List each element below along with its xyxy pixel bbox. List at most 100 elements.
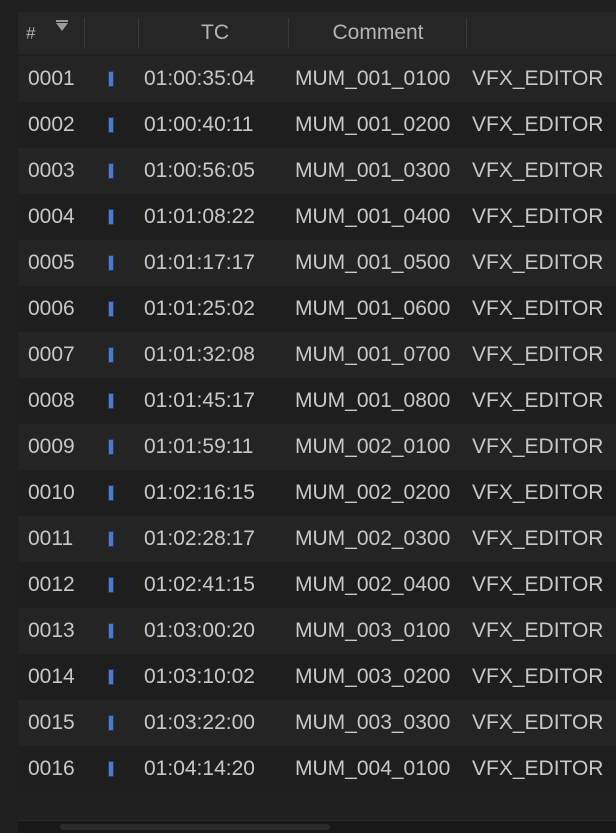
marker-number: 0001 [28,67,75,90]
marker-timecode: 01:02:16:15 [144,481,255,504]
marker-number: 0004 [28,205,75,228]
marker-number: 0010 [28,481,75,504]
marker-color-icon [108,347,114,363]
table-row[interactable]: 0013 01:03:00:20 MUM_003_0100 VFX_EDITOR [18,608,616,654]
marker-timecode: 01:01:25:02 [144,297,255,320]
marker-timecode: 01:00:40:11 [144,113,254,136]
marker-clip-name: MUM_003_0200 [295,665,451,688]
marker-number: 0016 [28,757,75,780]
marker-timecode: 01:03:00:20 [144,619,255,642]
marker-color-icon [108,393,114,409]
marker-clip-name: MUM_001_0600 [295,297,451,320]
marker-number: 0015 [28,711,75,734]
marker-comment: VFX_EDITOR [472,113,604,136]
marker-comment: VFX_EDITOR [472,435,604,458]
marker-number: 0012 [28,573,75,596]
marker-timecode: 01:01:08:22 [144,205,255,228]
marker-number: 0002 [28,113,75,136]
marker-comment: VFX_EDITOR [472,757,604,780]
marker-comment: VFX_EDITOR [472,159,604,182]
column-header-tc[interactable]: TC [140,12,290,54]
marker-timecode: 01:01:45:17 [144,389,255,412]
marker-number: 0014 [28,665,75,688]
marker-timecode: 01:01:32:08 [144,343,255,366]
table-header: # TC Comment [18,12,616,54]
marker-number: 0007 [28,343,75,366]
marker-comment: VFX_EDITOR [472,527,604,550]
table-row[interactable]: 0004 01:01:08:22 MUM_001_0400 VFX_EDITOR [18,194,616,240]
marker-comment: VFX_EDITOR [472,297,604,320]
marker-color-icon [108,209,114,225]
sort-descending-icon[interactable] [56,20,68,31]
marker-timecode: 01:02:28:17 [144,527,255,550]
marker-clip-name: MUM_002_0200 [295,481,451,504]
marker-table-body: 0001 01:00:35:04 MUM_001_0100 VFX_EDITOR 000… [18,56,616,792]
table-row[interactable]: 0005 01:01:17:17 MUM_001_0500 VFX_EDITOR [18,240,616,286]
marker-comment: VFX_EDITOR [472,711,604,734]
table-row[interactable]: 0007 01:01:32:08 MUM_001_0700 VFX_EDITOR [18,332,616,378]
table-row[interactable]: 0001 01:00:35:04 MUM_001_0100 VFX_EDITOR [18,56,616,102]
marker-number: 0006 [28,297,75,320]
marker-comment: VFX_EDITOR [472,67,604,90]
table-row[interactable]: 0002 01:00:40:11 MUM_001_0200 VFX_EDITOR [18,102,616,148]
marker-clip-name: MUM_001_0700 [295,343,451,366]
table-row[interactable]: 0016 01:04:14:20 MUM_004_0100 VFX_EDITOR [18,746,616,792]
marker-comment: VFX_EDITOR [472,343,604,366]
marker-timecode: 01:01:59:11 [144,435,254,458]
table-row[interactable]: 0009 01:01:59:11 MUM_002_0100 VFX_EDITOR [18,424,616,470]
marker-clip-name: MUM_001_0300 [295,159,451,182]
marker-number: 0009 [28,435,75,458]
marker-color-icon [108,577,114,593]
marker-color-icon [108,669,114,685]
marker-color-icon [108,301,114,317]
scrollbar-thumb[interactable] [60,824,330,830]
marker-timecode: 01:00:56:05 [144,159,255,182]
marker-color-icon [108,715,114,731]
marker-clip-name: MUM_001_0400 [295,205,451,228]
horizontal-scrollbar[interactable] [18,820,616,833]
marker-list-panel: # TC Comment 0001 01:00:35:04 MUM_001_0100… [0,0,616,833]
column-header-comment[interactable]: Comment [290,12,466,54]
column-header-number[interactable]: # [26,12,86,54]
table-row[interactable]: 0006 01:01:25:02 MUM_001_0600 VFX_EDITOR [18,286,616,332]
marker-clip-name: MUM_003_0300 [295,711,451,734]
marker-clip-name: MUM_003_0100 [295,619,451,642]
marker-color-icon [108,71,114,87]
marker-color-icon [108,531,114,547]
marker-clip-name: MUM_004_0100 [295,757,451,780]
marker-comment: VFX_EDITOR [472,205,604,228]
marker-comment: VFX_EDITOR [472,481,604,504]
marker-timecode: 01:02:41:15 [144,573,255,596]
marker-color-icon [108,255,114,271]
marker-comment: VFX_EDITOR [472,573,604,596]
column-divider[interactable] [84,18,85,48]
marker-clip-name: MUM_002_0400 [295,573,451,596]
column-divider[interactable] [466,18,467,48]
table-row[interactable]: 0008 01:01:45:17 MUM_001_0800 VFX_EDITOR [18,378,616,424]
marker-color-icon [108,439,114,455]
column-divider[interactable] [288,18,289,48]
marker-clip-name: MUM_001_0200 [295,113,451,136]
marker-number: 0008 [28,389,75,412]
table-row[interactable]: 0015 01:03:22:00 MUM_003_0300 VFX_EDITOR [18,700,616,746]
marker-comment: VFX_EDITOR [472,251,604,274]
marker-number: 0013 [28,619,75,642]
marker-number: 0005 [28,251,75,274]
column-divider[interactable] [138,18,139,48]
marker-number: 0003 [28,159,75,182]
marker-color-icon [108,623,114,639]
table-row[interactable]: 0010 01:02:16:15 MUM_002_0200 VFX_EDITOR [18,470,616,516]
number-column-label: # [26,23,36,43]
marker-color-icon [108,117,114,133]
marker-number: 0011 [28,527,74,550]
marker-timecode: 01:03:22:00 [144,711,255,734]
table-row[interactable]: 0012 01:02:41:15 MUM_002_0400 VFX_EDITOR [18,562,616,608]
marker-timecode: 01:01:17:17 [144,251,255,274]
marker-timecode: 01:03:10:02 [144,665,255,688]
marker-clip-name: MUM_001_0800 [295,389,451,412]
table-row[interactable]: 0003 01:00:56:05 MUM_001_0300 VFX_EDITOR [18,148,616,194]
table-row[interactable]: 0011 01:02:28:17 MUM_002_0300 VFX_EDITOR [18,516,616,562]
marker-comment: VFX_EDITOR [472,665,604,688]
table-row[interactable]: 0014 01:03:10:02 MUM_003_0200 VFX_EDITOR [18,654,616,700]
marker-color-icon [108,485,114,501]
